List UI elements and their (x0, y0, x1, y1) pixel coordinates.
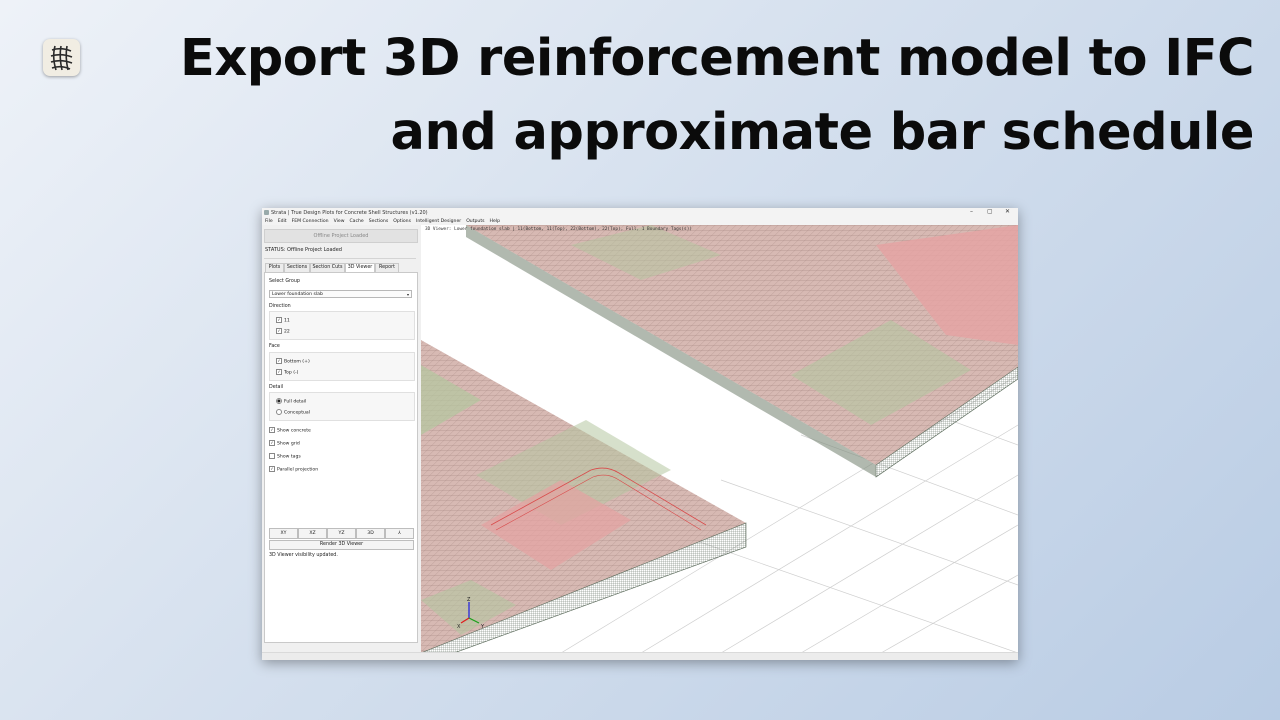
show-concrete-checkbox[interactable]: ✓ Show concrete (269, 427, 311, 434)
headline: Export 3D reinforcement model to IFC and… (134, 22, 1254, 170)
close-button[interactable]: ✕ (1005, 208, 1010, 215)
select-group-label: Select Group (269, 279, 300, 284)
lower-slab (421, 340, 747, 653)
view-axis-button[interactable]: ⅄ (385, 528, 414, 539)
menu-intelligent-designer[interactable]: Intelligent Designer (416, 218, 461, 225)
render-3d-viewer-button[interactable]: Render 3D Viewer (269, 540, 414, 550)
3d-viewport[interactable]: Z X Y 3D Viewer: Lower foundation slab |… (421, 225, 1018, 653)
menu-help[interactable]: Help (490, 218, 500, 225)
detail-conceptual-radio[interactable]: Conceptual (276, 409, 310, 416)
menu-edit[interactable]: Edit (278, 218, 287, 225)
menu-bar: File Edit FEM Connection View Cache Sections O… (262, 218, 1018, 225)
view-3d-button[interactable]: 3D (356, 528, 385, 539)
checkbox-checked-icon: ✓ (276, 317, 282, 323)
detail-label: Detail (269, 385, 284, 390)
menu-cache[interactable]: Cache (349, 218, 363, 225)
headline-line-2: and approximate bar schedule (390, 103, 1255, 162)
viewport-info: 3D Viewer: Lower foundation slab | 11(Bo… (425, 227, 692, 232)
direction-22-checkbox[interactable]: ✓ 22 (276, 328, 290, 335)
face-label: Face (269, 344, 280, 349)
face-top-checkbox[interactable]: ✓ Top (-) (276, 369, 298, 376)
menu-fem-connection[interactable]: FEM Connection (292, 218, 329, 225)
maximize-button[interactable]: ▢ (987, 208, 993, 215)
direction-11-checkbox[interactable]: ✓ 11 (276, 317, 290, 324)
left-panel: Offline Project Loaded STATUS: Offline P… (262, 225, 420, 660)
checkbox-empty-icon (269, 453, 275, 459)
view-yz-button[interactable]: YZ (327, 528, 356, 539)
direction-label: Direction (269, 304, 291, 309)
window-title: Strata | True Design Plots for Concrete … (271, 210, 428, 216)
radio-empty-icon (276, 409, 282, 415)
checkbox-checked-icon: ✓ (269, 440, 275, 446)
status-bar (262, 652, 1018, 660)
face-bottom-checkbox[interactable]: ✓ Bottom (+) (276, 358, 310, 365)
group-select[interactable]: Lower foundation slab ▾ (269, 290, 412, 298)
checkbox-checked-icon: ✓ (276, 369, 282, 375)
divider (264, 258, 416, 259)
title-bar: Strata | True Design Plots for Concrete … (262, 208, 1018, 218)
direction-group: ✓ 11 ✓ 22 (269, 311, 415, 340)
viewer-message: 3D Viewer visibility updated. (269, 553, 338, 558)
checkbox-checked-icon: ✓ (276, 358, 282, 364)
minimize-button[interactable]: – (970, 208, 973, 215)
app-logo (43, 39, 80, 76)
menu-sections[interactable]: Sections (369, 218, 388, 225)
menu-outputs[interactable]: Outputs (466, 218, 484, 225)
checkbox-checked-icon: ✓ (269, 427, 275, 433)
mesh-grid-icon (50, 45, 73, 71)
app-icon (264, 210, 269, 215)
chevron-down-icon: ▾ (406, 292, 409, 297)
status-text: STATUS: Offline Project Loaded (265, 247, 342, 253)
checkbox-checked-icon: ✓ (269, 466, 275, 472)
group-select-value: Lower foundation slab (272, 292, 323, 297)
radio-selected-icon: ● (276, 398, 282, 404)
checkbox-checked-icon: ✓ (276, 328, 282, 334)
show-grid-checkbox[interactable]: ✓ Show grid (269, 440, 300, 447)
headline-line-1: Export 3D reinforcement model to IFC (180, 29, 1254, 88)
axis-z-label: Z (467, 597, 471, 603)
face-group: ✓ Bottom (+) ✓ Top (-) (269, 352, 415, 381)
app-window: Strata | True Design Plots for Concrete … (262, 208, 1018, 660)
menu-options[interactable]: Options (393, 218, 411, 225)
viewer-settings-pane: Select Group Lower foundation slab ▾ Dir… (264, 272, 418, 643)
view-xy-button[interactable]: XY (269, 528, 298, 539)
parallel-projection-checkbox[interactable]: ✓ Parallel projection (269, 466, 318, 473)
menu-view[interactable]: View (334, 218, 345, 225)
view-xz-button[interactable]: XZ (298, 528, 327, 539)
detail-group: ● Full detail Conceptual (269, 392, 415, 421)
menu-file[interactable]: File (265, 218, 273, 225)
axis-x-label: X (457, 624, 461, 630)
reinforcement-model-render: Z X Y (421, 225, 1018, 653)
detail-full-radio[interactable]: ● Full detail (276, 398, 306, 405)
show-tags-checkbox[interactable]: Show tags (269, 453, 301, 460)
project-button[interactable]: Offline Project Loaded (264, 229, 418, 243)
